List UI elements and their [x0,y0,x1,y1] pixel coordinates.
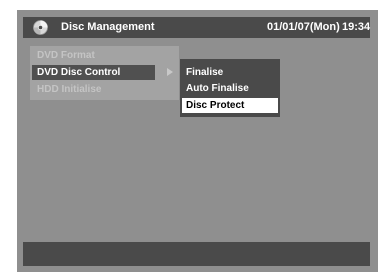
submenu: Finalise Auto Finalise Disc Protect [180,59,280,117]
menu-item-dvd-disc-control[interactable]: DVD Disc Control [32,65,155,80]
main-menu: DVD Format DVD Disc Control HDD Initiali… [30,46,179,100]
time-display: 19:34 [342,21,371,33]
submenu-item-finalise[interactable]: Finalise [182,65,278,80]
disc-icon [33,20,48,35]
menu-item-hdd-initialise[interactable]: HDD Initialise [32,82,101,97]
disc-management-screen: Disc Management 01/01/07(Mon) 19:34 DVD … [17,10,378,272]
title-bar: Disc Management 01/01/07(Mon) 19:34 [23,17,370,38]
date-display: 01/01/07(Mon) [267,21,340,33]
submenu-item-auto-finalise[interactable]: Auto Finalise [182,81,278,96]
submenu-item-disc-protect[interactable]: Disc Protect [182,98,278,113]
page-title: Disc Management [61,21,155,33]
status-bar [23,242,370,266]
triangle-right-icon [167,68,173,76]
menu-item-dvd-format[interactable]: DVD Format [32,48,95,63]
